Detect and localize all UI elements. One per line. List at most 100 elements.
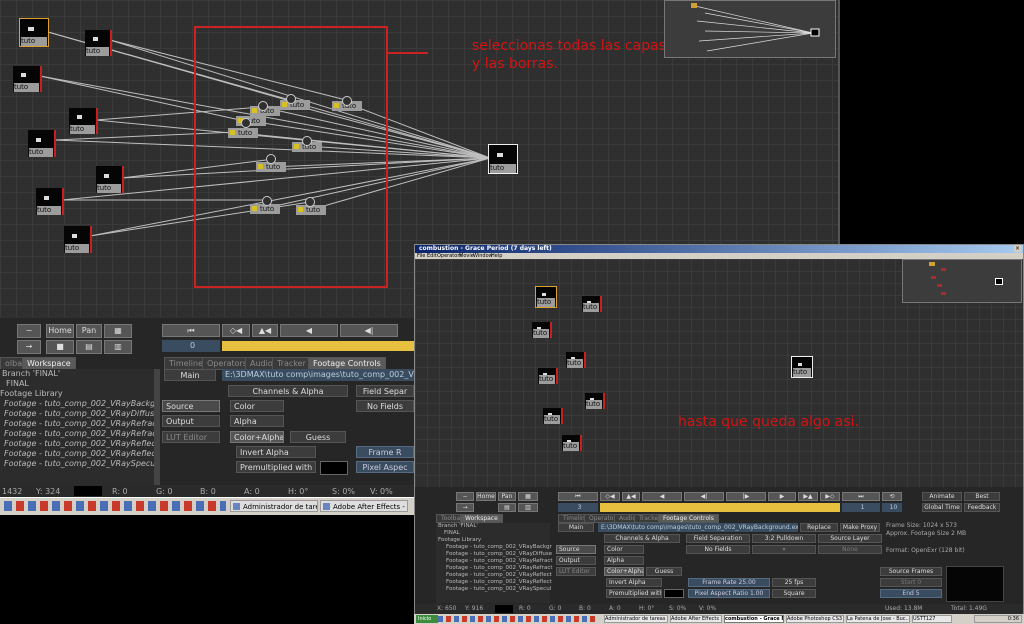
prev-key-button[interactable]: ◇◀ [222,324,250,337]
tree-footage-item[interactable]: Footage - tuto_comp_002_VRayRefract [4,429,160,438]
fit-button[interactable]: ■ [46,340,74,354]
quick-launch-icons[interactable] [4,501,226,511]
premultiply-color-swatch[interactable] [320,461,348,475]
home-button-right[interactable]: Home [476,492,496,501]
premultiplied-button[interactable]: Premultiplied with [236,461,316,473]
footage-node[interactable]: tuto [85,30,112,56]
taskbar-after-effects[interactable]: Adobe After Effects - tut... [320,500,408,512]
end-frame-field[interactable]: 1 [842,503,880,512]
output-button[interactable]: Output [162,415,220,427]
tree-footage-item-right[interactable]: Footage - tuto_comp_002_VRayReflect [446,579,552,585]
tab-footage-controls-right[interactable]: Footage Controls [658,514,719,523]
footage-node[interactable]: tuto [64,226,92,253]
pixel-aspect-field-right[interactable]: Pixel Aspect Ratio 1.00 [688,589,770,598]
tree-footage-item[interactable]: Footage - tuto_comp_002_VRayBackgr [4,399,159,408]
taskbar-item-browser[interactable]: La Patena de Jose - Buc... [846,615,910,623]
transport-key-set[interactable]: ▲◀ [622,492,640,501]
quick-launch-right[interactable] [438,616,598,622]
minus-button[interactable]: − [17,324,41,338]
end-frame-source-field[interactable]: End 5 [880,589,942,598]
taskbar-item-ustt[interactable]: USTT127 [912,615,952,623]
transport-start-button[interactable]: ⏮ [558,492,598,501]
home-button[interactable]: Home [46,324,74,338]
premultiplied-button-right[interactable]: Premultiplied with [606,589,662,598]
footage-node[interactable]: tuto [543,408,563,424]
tab-workspace-right[interactable]: Workspace [460,514,503,523]
tree-library-right[interactable]: Footage Library [438,537,481,543]
grid-button-right[interactable]: ▤ [498,503,516,512]
frame-field-right[interactable]: 3 [558,503,598,512]
grid-button[interactable]: ▤ [76,340,102,354]
animate-button[interactable]: Animate [922,492,962,501]
tree-footage-item-right[interactable]: Footage - tuto_comp_002_VRaySpecul [446,586,551,592]
right-minimap[interactable] [902,259,1022,303]
taskbar-item-combustion[interactable]: combustion - Grace P... [724,615,784,623]
footage-node[interactable]: tuto [69,108,98,134]
transport-step-back[interactable]: ◀| [684,492,724,501]
no-fields-button[interactable]: No Fields [356,400,414,412]
layout-button[interactable]: ▥ [104,340,132,354]
taskbar-item-task-manager[interactable]: Administrador de tareas [604,615,668,623]
footage-node[interactable]: tuto [28,130,56,157]
frame-rate-field[interactable]: Frame R [356,446,414,458]
tree-footage-item[interactable]: Footage - tuto_comp_002_VRaySpecul [4,459,158,468]
alpha-button[interactable]: Alpha [230,415,284,427]
footage-node[interactable]: tuto [96,166,124,193]
footage-path-field[interactable]: E:\3DMAX\tuto comp\images\tuto_comp_002_… [222,369,414,381]
title-bar[interactable]: combustion - Grace Period (7 days left) … [415,245,1023,253]
view-toggle-button[interactable]: ▦ [104,324,132,338]
invert-alpha-button[interactable]: Invert Alpha [236,446,316,458]
timeline-bar[interactable] [222,341,414,351]
arrow-right-button[interactable]: → [17,340,41,354]
square-dropdown[interactable]: Square [772,589,816,598]
pulldown-off-field[interactable]: ▾ [752,545,816,554]
taskbar-task-manager[interactable]: Administrador de tareas ... [230,500,318,512]
pan-button-right[interactable]: Pan [498,492,516,501]
make-proxy-button[interactable]: Make Proxy [840,523,880,532]
source-button-right[interactable]: Source [556,545,596,554]
tree-footage-item[interactable]: Footage - tuto_comp_002_VRayReflect [4,449,159,458]
layout-button-right[interactable]: ▥ [518,503,538,512]
transport-reverse[interactable]: ◀ [642,492,682,501]
alpha-button-right[interactable]: Alpha [604,556,644,565]
guess-button-right[interactable]: Guess [646,567,682,576]
tree-footage-item-right[interactable]: Footage - tuto_comp_002_VRayRefract [446,558,553,564]
transport-key-next[interactable]: ▶▲ [798,492,818,501]
tree-final[interactable]: FINAL [6,379,29,388]
lut-editor-button-right[interactable]: LUT Editor [556,567,596,576]
minus-button-right[interactable]: − [456,492,474,501]
tree-library[interactable]: Footage Library [0,389,63,398]
tree-scrollbar[interactable] [154,369,160,485]
frame-number-field[interactable]: 0 [162,340,220,352]
footage-node[interactable]: tuto [19,18,49,47]
replace-button[interactable]: Replace [800,523,838,532]
color-alpha-button[interactable]: Color+Alpha [230,431,284,443]
premultiply-swatch-right[interactable] [664,589,684,598]
no-fields-button-right[interactable]: No Fields [686,545,750,554]
transport-key-next2[interactable]: ▶◇ [820,492,840,501]
output-node[interactable]: tuto [791,356,813,378]
tree-branch-right[interactable]: Branch 'FINAL' [438,523,478,529]
tree-footage-item[interactable]: Footage - tuto_comp_002_VRayRefract [4,419,160,428]
footage-node[interactable]: tuto [532,322,552,338]
start-button[interactable]: Inicio [416,615,438,623]
tree-footage-item-right[interactable]: Footage - tuto_comp_002_VRayDiffuse [446,551,552,557]
tree-footage-item[interactable]: Footage - tuto_comp_002_VRayDiffuse [4,409,159,418]
loop-button[interactable]: ⟲ [882,492,902,501]
color-button[interactable]: Color [230,400,284,412]
main-button[interactable]: Main [164,369,216,381]
output-node[interactable]: tuto [488,144,518,174]
tree-final-right[interactable]: FINAL [444,530,460,536]
end-frame-field-2[interactable]: 10 [882,503,902,512]
best-button[interactable]: Best [964,492,1000,501]
view-button-right[interactable]: ▦ [518,492,538,501]
output-button-right[interactable]: Output [556,556,596,565]
transport-step-fwd[interactable]: |▶ [726,492,766,501]
footage-node[interactable]: tuto [13,66,42,92]
plus-button-right[interactable]: → [456,503,474,512]
play-reverse-button[interactable]: ◀ [280,324,338,337]
fps-dropdown[interactable]: 25 fps [772,578,816,587]
tree-footage-item[interactable]: Footage - tuto_comp_002_VRayReflect [4,439,159,448]
tree-footage-item-right[interactable]: Footage - tuto_comp_002_VRayBackgr [446,544,552,550]
footage-node[interactable]: tuto [535,286,557,308]
